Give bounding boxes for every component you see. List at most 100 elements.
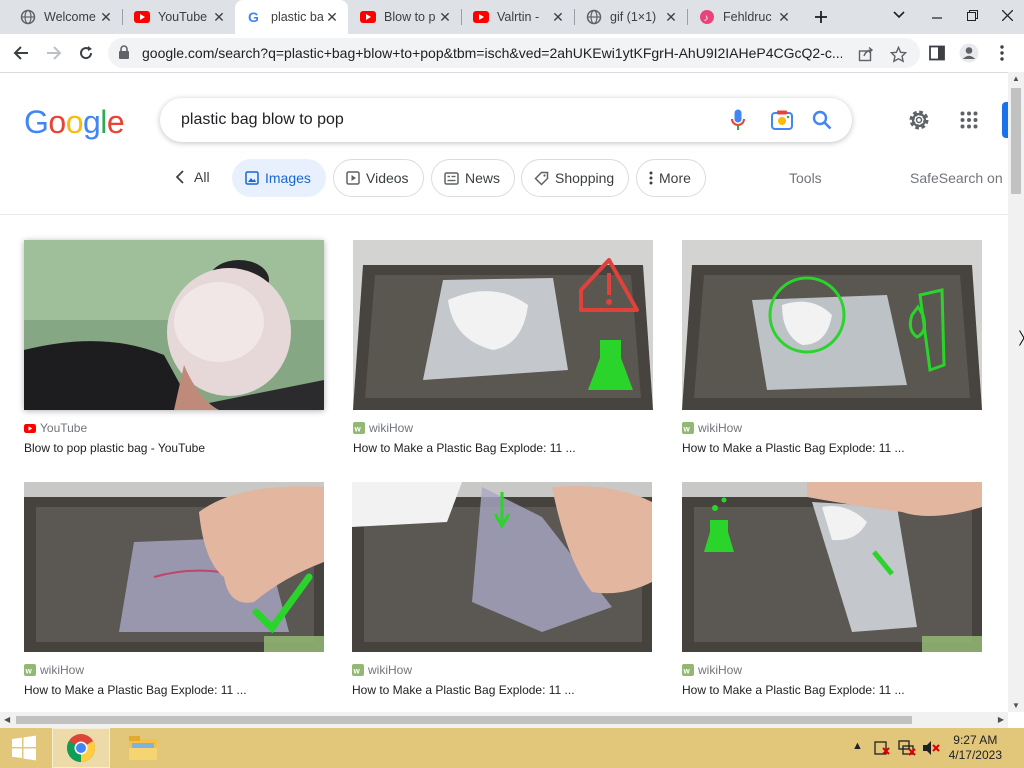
restore-button[interactable] [955, 0, 989, 30]
lock-icon[interactable] [118, 45, 130, 65]
chip-all[interactable]: All [176, 169, 210, 185]
scroll-up-arrow-icon[interactable]: ▲ [1012, 74, 1020, 83]
close-icon[interactable]: ✕ [211, 9, 227, 25]
more-vert-icon [649, 171, 653, 185]
tab-valrtin[interactable]: Valrtin - ✕ [461, 0, 574, 34]
tab-gif[interactable]: gif (1×1) ✕ [574, 0, 687, 34]
taskbar-file-explorer[interactable] [114, 728, 172, 768]
profile-button[interactable] [956, 41, 982, 65]
result-source[interactable]: YouTube [24, 421, 87, 435]
share-icon[interactable] [857, 45, 875, 63]
start-button[interactable] [0, 728, 48, 768]
globe-icon [20, 9, 36, 25]
result-title[interactable]: How to Make a Plastic Bag Explode: 11 ..… [352, 683, 575, 697]
show-hidden-icons-icon[interactable]: ▲ [852, 740, 863, 752]
url-text[interactable]: google.com/search?q=plastic+bag+blow+to+… [142, 45, 842, 61]
tab-youtube[interactable]: YouTube ✕ [122, 0, 235, 34]
tab-search-button[interactable] [882, 0, 916, 30]
result-thumbnail[interactable] [682, 482, 982, 652]
tab-google-search[interactable]: G plastic ba ✕ [235, 0, 348, 34]
tab-title: gif (1×1) [610, 10, 657, 24]
result-title[interactable]: How to Make a Plastic Bag Explode: 11 ..… [682, 441, 905, 455]
close-icon[interactable]: ✕ [776, 9, 792, 25]
action-center-icon[interactable] [874, 740, 890, 759]
network-icon[interactable] [898, 740, 916, 759]
close-window-button[interactable] [990, 0, 1024, 30]
result-title[interactable]: How to Make a Plastic Bag Explode: 11 ..… [682, 683, 905, 697]
result-source[interactable]: w wikiHow [682, 663, 742, 677]
close-icon[interactable]: ✕ [324, 9, 340, 25]
result-thumbnail[interactable] [24, 482, 324, 652]
settings-button[interactable] [906, 107, 932, 133]
logo-letter: g [82, 104, 101, 140]
horizontal-scrollbar[interactable]: ◀ ▶ [0, 712, 1008, 728]
back-button[interactable] [8, 41, 34, 65]
new-tab-button[interactable] [808, 5, 834, 29]
vertical-scroll-thumb[interactable] [1011, 88, 1021, 194]
chip-more[interactable]: More [636, 159, 706, 197]
system-clock[interactable]: 9:27 AM 4/17/2023 [949, 733, 1002, 763]
result-title[interactable]: How to Make a Plastic Bag Explode: 11 ..… [353, 441, 576, 455]
result-title[interactable]: How to Make a Plastic Bag Explode: 11 ..… [24, 683, 247, 697]
tab-welcome[interactable]: Welcome ✕ [8, 0, 122, 34]
svg-text:w: w [683, 425, 691, 434]
result-title[interactable]: Blow to pop plastic bag - YouTube [24, 441, 205, 455]
result-source[interactable]: w wikiHow [352, 663, 412, 677]
logo-letter: o [65, 104, 84, 140]
result-thumbnail[interactable] [24, 240, 324, 410]
close-icon[interactable]: ✕ [663, 9, 679, 25]
camera-lens-icon[interactable] [770, 108, 794, 132]
chevron-down-icon [893, 11, 905, 19]
bookmark-star-icon[interactable] [889, 45, 907, 63]
plus-icon [815, 11, 827, 23]
chip-videos[interactable]: Videos [333, 159, 424, 197]
arrow-right-icon [47, 46, 62, 60]
volume-muted-icon[interactable] [922, 740, 940, 759]
result-thumbnail[interactable] [682, 240, 982, 410]
svg-text:♪: ♪ [704, 13, 709, 24]
scroll-left-arrow-icon[interactable]: ◀ [4, 715, 10, 724]
reload-button[interactable] [73, 41, 99, 65]
vertical-scrollbar[interactable]: ▲ ▼ [1008, 72, 1024, 712]
close-icon[interactable]: ✕ [550, 9, 566, 25]
result-thumbnail[interactable] [353, 240, 653, 410]
microphone-icon[interactable] [726, 108, 750, 132]
youtube-icon [134, 9, 150, 25]
chip-news[interactable]: News [431, 159, 516, 197]
scroll-down-arrow-icon[interactable]: ▼ [1012, 701, 1020, 710]
forward-button[interactable] [41, 41, 67, 65]
video-icon [346, 171, 360, 185]
result-thumbnail[interactable] [352, 482, 652, 652]
scroll-right-arrow-icon[interactable]: ▶ [998, 715, 1004, 724]
result-source[interactable]: w wikiHow [353, 421, 413, 435]
tab-fehldruck[interactable]: ♪ Fehldruc ✕ [687, 0, 800, 34]
chip-images[interactable]: Images [232, 159, 326, 197]
result-source[interactable]: w wikiHow [24, 663, 84, 677]
tab-blow-to-pop[interactable]: Blow to p ✕ [348, 0, 461, 34]
horizontal-scroll-thumb[interactable] [16, 716, 912, 724]
result-source-name: wikiHow [369, 421, 414, 435]
apps-button[interactable] [956, 107, 982, 133]
result-source[interactable]: w wikiHow [682, 421, 742, 435]
search-box[interactable]: plastic bag blow to pop [160, 98, 852, 142]
logo-letter: o [48, 104, 66, 140]
windows-taskbar: ▲ 9:27 AM 4/17/2023 [0, 728, 1024, 768]
wikihow-icon: w [682, 664, 694, 676]
side-panel-button[interactable] [924, 41, 950, 65]
tools-button[interactable]: Tools [789, 170, 822, 186]
minimize-button[interactable] [920, 0, 954, 30]
globe-icon [586, 9, 602, 25]
google-logo[interactable]: Google [24, 104, 125, 141]
chrome-menu-button[interactable] [989, 41, 1015, 65]
chip-shopping-label: Shopping [555, 170, 615, 186]
address-bar[interactable]: google.com/search?q=plastic+bag+blow+to+… [108, 38, 920, 68]
logo-letter: G [24, 104, 49, 140]
divider [0, 214, 1008, 215]
close-icon[interactable]: ✕ [98, 9, 114, 25]
search-input[interactable]: plastic bag blow to pop [181, 111, 344, 129]
taskbar-chrome[interactable] [52, 728, 110, 768]
search-icon[interactable] [810, 108, 834, 132]
safesearch-button[interactable]: SafeSearch on [910, 170, 1003, 186]
chip-shopping[interactable]: Shopping [521, 159, 630, 197]
close-icon[interactable]: ✕ [437, 9, 453, 25]
